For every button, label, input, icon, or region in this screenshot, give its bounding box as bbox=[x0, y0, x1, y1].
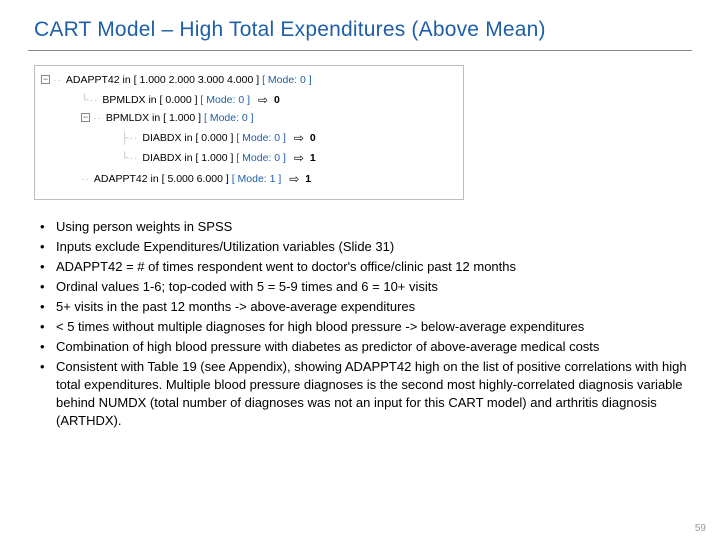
arrow-icon: ⇨ bbox=[258, 90, 268, 110]
arrow-icon: ⇨ bbox=[289, 169, 299, 189]
list-item: Combination of high blood pressure with … bbox=[34, 338, 692, 356]
list-item: Using person weights in SPSS bbox=[34, 218, 692, 236]
cart-tree: −·· ADAPPT42 in [ 1.000 2.000 3.000 4.00… bbox=[34, 65, 464, 200]
tree-result: 0 bbox=[310, 132, 316, 144]
tree-node-label: DIABDX in [ 1.000 ] bbox=[142, 152, 233, 164]
collapse-icon: − bbox=[41, 75, 50, 84]
tree-mode: [ Mode: 0 ] bbox=[200, 94, 250, 106]
list-item: Consistent with Table 19 (see Appendix),… bbox=[34, 358, 692, 430]
tree-connector: ·· bbox=[93, 112, 106, 124]
arrow-icon: ⇨ bbox=[294, 148, 304, 168]
tree-node: ·· ADAPPT42 in [ 5.000 6.000 ] [ Mode: 1… bbox=[41, 169, 455, 189]
page-number: 59 bbox=[695, 523, 706, 534]
bullet-list: Using person weights in SPSS Inputs excl… bbox=[34, 218, 692, 429]
tree-node-root: −·· ADAPPT42 in [ 1.000 2.000 3.000 4.00… bbox=[41, 72, 455, 90]
tree-node-label: BPMLDX in [ 1.000 ] bbox=[106, 112, 201, 124]
tree-node: −·· BPMLDX in [ 1.000 ] [ Mode: 0 ] bbox=[41, 110, 455, 128]
tree-node: └·· DIABDX in [ 1.000 ] [ Mode: 0 ] ⇨ 1 bbox=[41, 148, 455, 168]
tree-result: 1 bbox=[310, 152, 316, 164]
tree-connector: └·· bbox=[81, 94, 102, 106]
tree-connector: ·· bbox=[81, 173, 94, 185]
list-item: Inputs exclude Expenditures/Utilization … bbox=[34, 238, 692, 256]
tree-result: 0 bbox=[274, 94, 280, 106]
tree-mode: [ Mode: 1 ] bbox=[232, 173, 282, 185]
tree-connector: ·· bbox=[53, 74, 66, 86]
tree-mode: [ Mode: 0 ] bbox=[262, 74, 312, 86]
tree-result: 1 bbox=[305, 173, 311, 185]
tree-node: └·· BPMLDX in [ 0.000 ] [ Mode: 0 ] ⇨ 0 bbox=[41, 90, 455, 110]
tree-node-label: BPMLDX in [ 0.000 ] bbox=[102, 94, 197, 106]
tree-node-label: ADAPPT42 in [ 5.000 6.000 ] bbox=[94, 173, 229, 185]
list-item: 5+ visits in the past 12 months -> above… bbox=[34, 298, 692, 316]
tree-connector: ├·· bbox=[121, 132, 142, 144]
arrow-icon: ⇨ bbox=[294, 128, 304, 148]
tree-mode: [ Mode: 0 ] bbox=[236, 152, 286, 164]
page-title: CART Model – High Total Expenditures (Ab… bbox=[28, 14, 692, 51]
tree-mode: [ Mode: 0 ] bbox=[236, 132, 286, 144]
collapse-icon: − bbox=[81, 113, 90, 122]
list-item: Ordinal values 1-6; top-coded with 5 = 5… bbox=[34, 278, 692, 296]
tree-node-label: ADAPPT42 in [ 1.000 2.000 3.000 4.000 ] bbox=[66, 74, 259, 86]
tree-connector: └·· bbox=[121, 152, 142, 164]
tree-node: ├·· DIABDX in [ 0.000 ] [ Mode: 0 ] ⇨ 0 bbox=[41, 128, 455, 148]
list-item: ADAPPT42 = # of times respondent went to… bbox=[34, 258, 692, 276]
tree-mode: [ Mode: 0 ] bbox=[204, 112, 254, 124]
list-item: < 5 times without multiple diagnoses for… bbox=[34, 318, 692, 336]
tree-node-label: DIABDX in [ 0.000 ] bbox=[142, 132, 233, 144]
